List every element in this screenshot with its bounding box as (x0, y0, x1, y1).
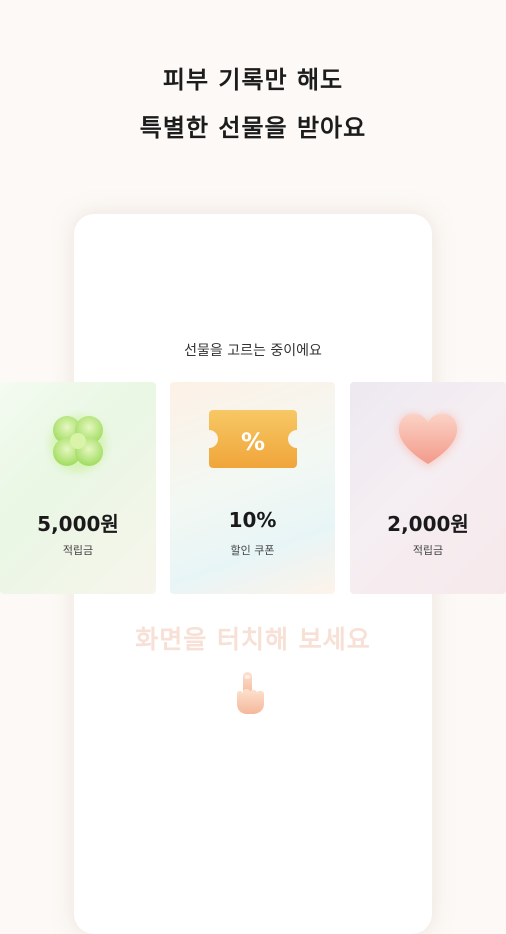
svg-text:%: % (240, 428, 264, 456)
gift-selecting-status: 선물을 고르는 중이에요 (184, 343, 322, 359)
gift-card-carousel: 5,000원 적립금 % 10% 할인 쿠폰 2,000원 적립금 (0, 382, 506, 594)
headline-line-2: 특별한 선물을 받아요 (139, 114, 367, 142)
heart-icon (390, 404, 466, 480)
headline: 피부 기록만 해도 특별한 선물을 받아요 (0, 56, 506, 152)
gift-amount: 10% (228, 508, 277, 532)
gift-card-points-2000[interactable]: 2,000원 적립금 (350, 382, 506, 594)
gift-kind: 적립금 (62, 544, 94, 557)
pointing-hand-icon (229, 670, 275, 720)
touch-screen-prompt[interactable]: 화면을 터치해 보세요 (0, 620, 506, 656)
gift-kind: 적립금 (412, 544, 444, 557)
clover-icon (41, 404, 115, 482)
headline-line-1: 피부 기록만 해도 (162, 66, 344, 94)
gift-kind: 할인 쿠폰 (230, 544, 275, 557)
gift-amount: 2,000원 (387, 512, 469, 536)
gift-card-points-5000[interactable]: 5,000원 적립금 (0, 382, 156, 594)
gift-amount: 5,000원 (37, 512, 119, 536)
gift-card-coupon-10[interactable]: % 10% 할인 쿠폰 (170, 382, 335, 594)
coupon-ticket-icon: % (205, 404, 301, 478)
